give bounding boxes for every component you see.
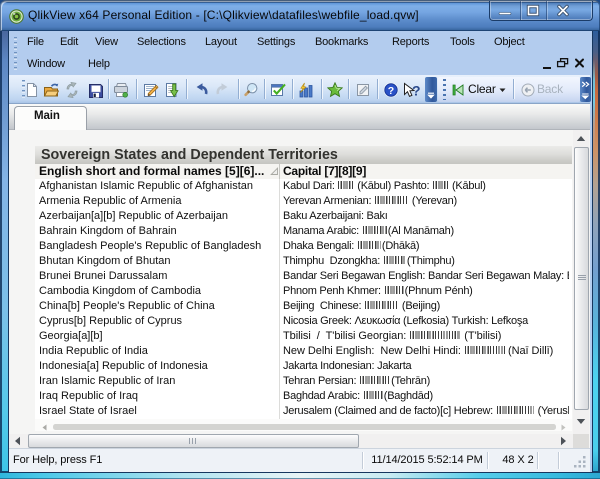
svg-text:?: ? [388,85,394,97]
